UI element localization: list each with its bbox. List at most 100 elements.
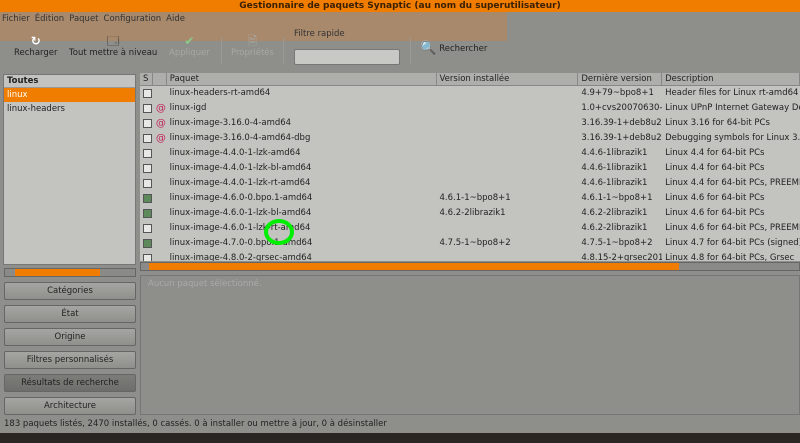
custom-filters-button[interactable]: Filtres personnalisés [4,351,136,369]
not-installed-checkbox[interactable] [143,254,152,261]
not-installed-checkbox[interactable] [143,224,152,233]
description: Linux 4.4 for 64-bit PCs, PREEMPT_RT [665,178,800,188]
col-status[interactable]: S [140,73,153,85]
search-icon: 🔍 [420,41,437,56]
col-package[interactable]: Paquet [167,73,437,85]
filter-item-linux-headers[interactable]: linux-headers [4,102,135,116]
package-details: Aucun paquet sélectionné. [140,275,800,415]
table-row[interactable]: linux-image-4.4.0-1-lzk-bl-amd64 4.4.6-1… [140,161,800,176]
installed-version: 4.6.2-2librazik1 [439,208,506,218]
quick-filter-label: Filtre rapide [294,29,345,39]
origin-button[interactable]: Origine [4,328,136,346]
status-filter-button[interactable]: État [4,305,136,323]
menu-edition[interactable]: Édition [35,13,64,26]
architecture-button[interactable]: Architecture [4,397,136,415]
latest-version: 3.16.39-1+deb8u2 [581,133,662,143]
table-row[interactable]: linux-headers-rt-amd64 4.9+79~bpo8+1 Hea… [140,86,800,101]
status-cell[interactable] [140,206,153,221]
description: Header files for Linux rt-amd64 [665,88,799,98]
filter-list-header[interactable]: Toutes [4,75,135,88]
installed-checkbox[interactable] [143,209,152,218]
table-row[interactable]: linux-image-4.8.0-2-grsec-amd64 4.8.15-2… [140,251,800,261]
table-row[interactable]: linux-image-4.6.0-1-lzk-bl-amd64 4.6.2-2… [140,206,800,221]
check-icon: ✔ [184,34,195,48]
scrollbar-thumb[interactable] [149,263,679,270]
status-cell[interactable] [140,146,153,161]
package-name: linux-image-4.4.0-1-lzk-bl-amd64 [169,163,312,173]
latest-version: 1.0+cvs20070630- [581,103,663,113]
description: Linux 4.8 for 64-bit PCs, Grsec [665,253,795,261]
latest-version: 4.6.2-2librazik1 [581,208,648,218]
description: Linux UPnP Internet Gateway Device [665,103,800,113]
menu-configuration[interactable]: Configuration [104,13,162,26]
package-name: linux-igd [169,103,207,113]
table-row[interactable]: linux-image-4.4.0-1-lzk-amd64 4.4.6-1lib… [140,146,800,161]
support-cell: @ [153,101,167,116]
status-cell[interactable] [140,161,153,176]
separator [283,38,284,64]
search-button[interactable]: 🔍 Rechercher [420,41,487,56]
table-row[interactable]: linux-image-4.6.0-1-lzk-rt-amd64 4.6.2-2… [140,221,800,236]
table-row[interactable]: linux-image-4.4.0-1-lzk-rt-amd64 4.4.6-1… [140,176,800,191]
support-cell [153,86,167,101]
status-cell[interactable] [140,131,153,146]
menu-paquet[interactable]: Paquet [69,13,98,26]
support-cell [153,236,167,251]
status-cell[interactable] [140,221,153,236]
col-installed-version[interactable]: Version installée [437,73,579,85]
installed-checkbox[interactable] [143,239,152,248]
table-row[interactable]: @ linux-igd 1.0+cvs20070630- Linux UPnP … [140,101,800,116]
support-cell [153,206,167,221]
table-row[interactable]: @ linux-image-3.16.0-4-amd64 3.16.39-1+d… [140,116,800,131]
table-row[interactable]: linux-image-4.7.0-0.bpo.1-amd64 4.7.5-1~… [140,236,800,251]
categories-button[interactable]: Catégories [4,282,136,300]
installed-version [437,116,579,131]
quick-filter-input[interactable] [294,49,400,65]
apply-button[interactable]: ✔ Appliquer [169,34,210,58]
debian-swirl-icon: @ [155,118,166,129]
separator [221,38,222,64]
not-installed-checkbox[interactable] [143,164,152,173]
col-latest-version[interactable]: Dernière version [578,73,663,85]
status-cell[interactable] [140,116,153,131]
upgrade-all-button[interactable]: 🗔 Tout mettre à niveau [69,34,157,58]
debian-swirl-icon: @ [155,133,166,144]
package-name: linux-image-4.8.0-2-grsec-amd64 [169,253,312,261]
status-cell[interactable] [140,176,153,191]
package-name: linux-image-4.4.0-1-lzk-rt-amd64 [169,178,311,188]
status-cell[interactable] [140,251,153,261]
not-installed-checkbox[interactable] [143,179,152,188]
upgrade-icon: 🗔 [106,34,120,48]
separator [410,38,411,64]
latest-version: 4.9+79~bpo8+1 [581,88,654,98]
not-installed-checkbox[interactable] [143,104,152,113]
table-row[interactable]: @ linux-image-3.16.0-4-amd64-dbg 3.16.39… [140,131,800,146]
scrollbar-thumb[interactable] [15,269,100,276]
installed-checkbox[interactable] [143,194,152,203]
not-installed-checkbox[interactable] [143,119,152,128]
left-horizontal-scrollbar[interactable] [4,268,136,277]
latest-version: 4.6.1-1~bpo8+1 [581,193,653,203]
table-row[interactable]: linux-image-4.6.0-0.bpo.1-amd64 4.6.1-1~… [140,191,800,206]
reload-button[interactable]: ↻ Recharger [14,34,58,58]
support-cell: @ [153,131,167,146]
menu-aide[interactable]: Aide [166,13,185,26]
status-cell[interactable] [140,236,153,251]
table-horizontal-scrollbar[interactable] [140,262,800,271]
filter-item-linux[interactable]: linux [4,88,135,102]
description: Linux 4.6 for 64-bit PCs [665,193,765,203]
not-installed-checkbox[interactable] [143,134,152,143]
properties-icon: 🗎 [247,34,258,48]
col-support[interactable] [153,73,167,85]
status-cell[interactable] [140,86,153,101]
status-cell[interactable] [140,101,153,116]
menu-fichier[interactable]: Fichier [2,13,30,26]
latest-version: 4.4.6-1librazik1 [581,178,648,188]
properties-button[interactable]: 🗎 Propriétés [231,34,274,58]
status-cell[interactable] [140,191,153,206]
search-results-button[interactable]: Résultats de recherche [4,374,136,392]
package-name: linux-image-3.16.0-4-amd64-dbg [169,133,311,143]
col-description[interactable]: Description [662,73,800,85]
not-installed-checkbox[interactable] [143,149,152,158]
not-installed-checkbox[interactable] [143,89,152,98]
